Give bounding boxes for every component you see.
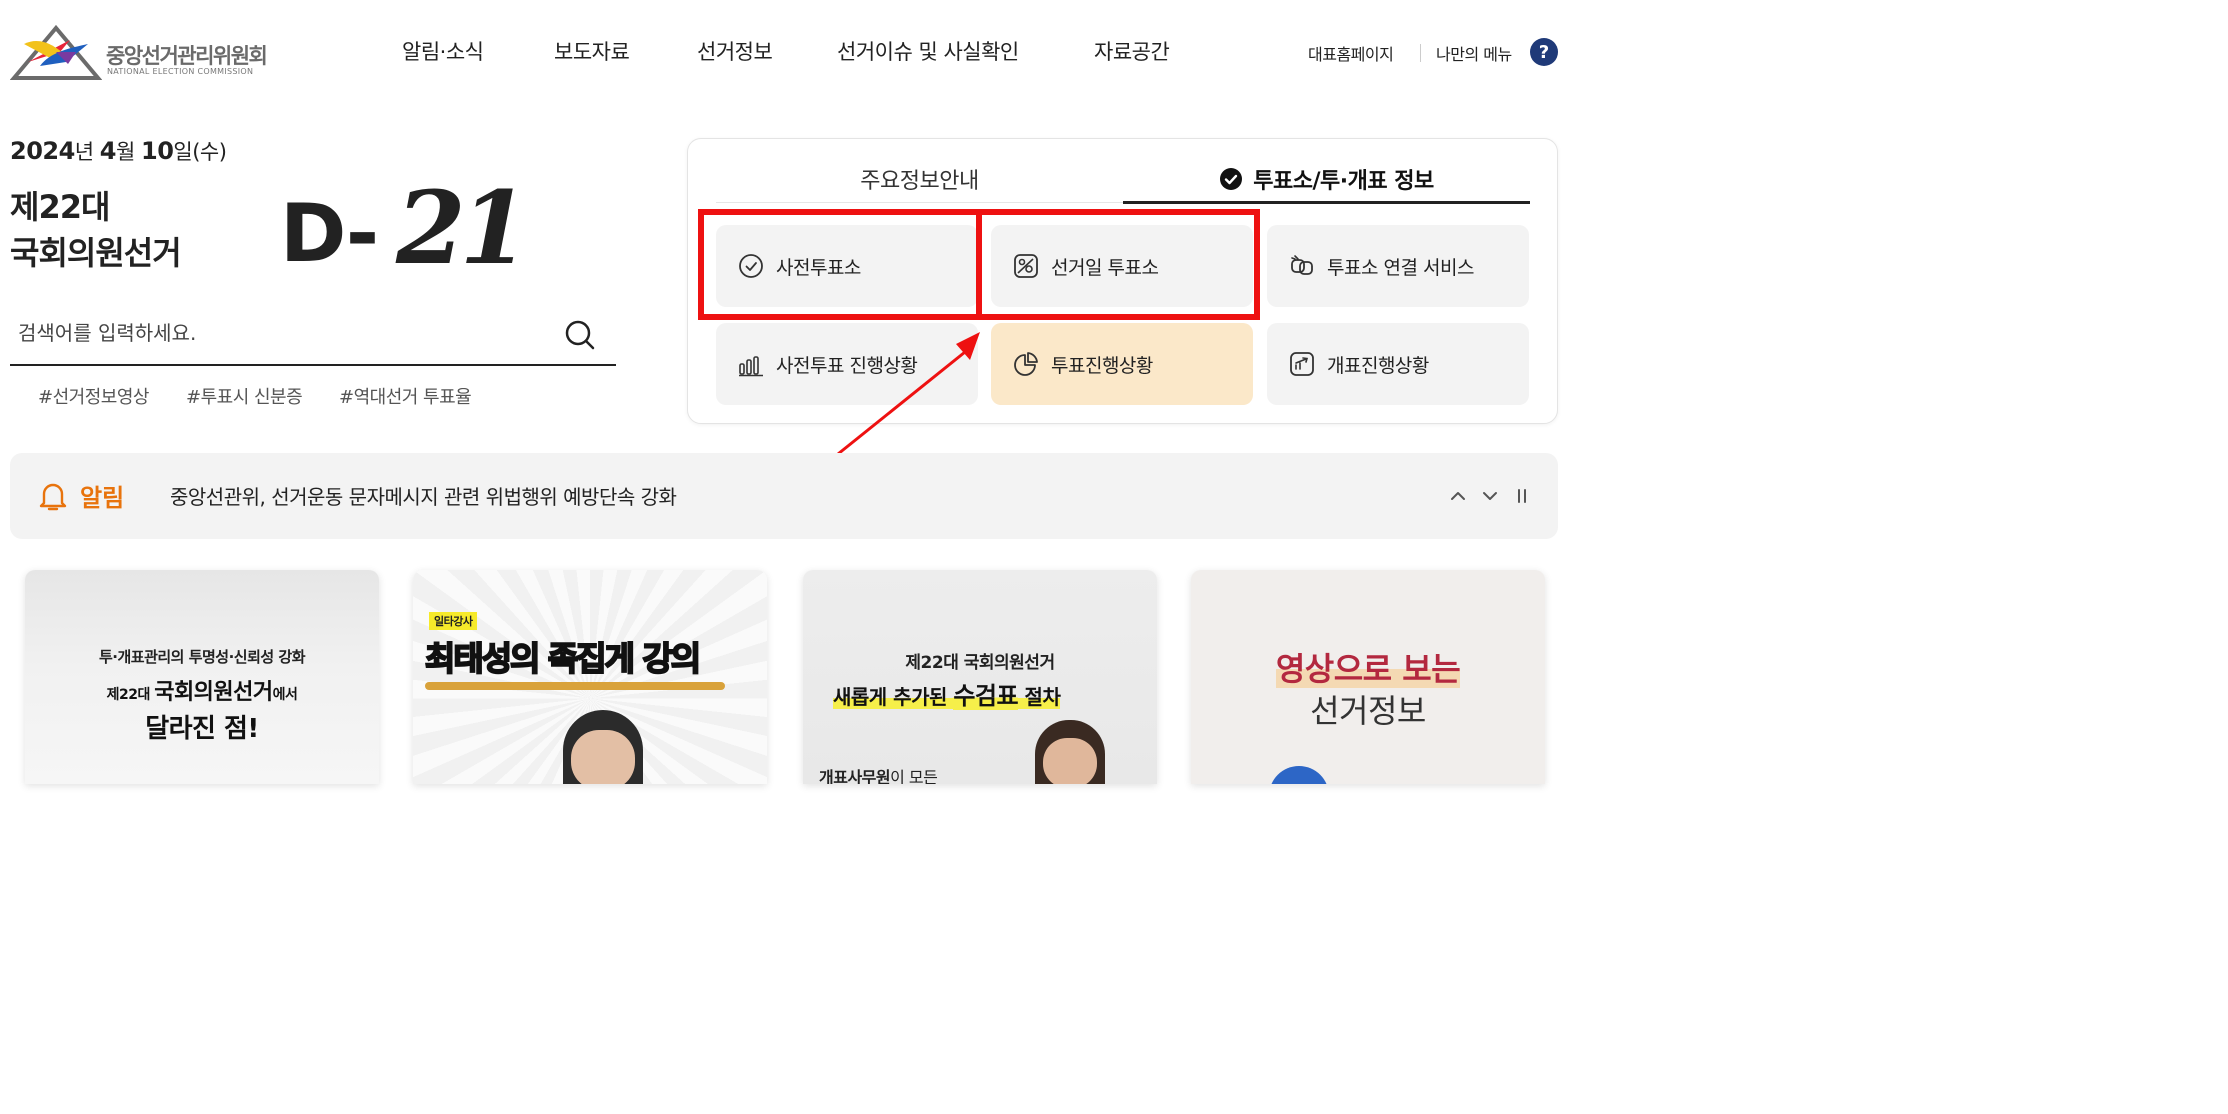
notice-label: 알림 [80, 484, 125, 512]
nec-emblem-icon [10, 24, 102, 80]
nav-notice-news[interactable]: 알림·소식 [402, 36, 484, 66]
nav-resources[interactable]: 자료공간 [1094, 36, 1170, 66]
date-year: 2024 [10, 137, 75, 165]
svc-label: 투표소 연결 서비스 [1327, 256, 1474, 279]
pie-chart-icon [1014, 352, 1038, 376]
util-divider [1420, 44, 1421, 62]
nav-issues-factcheck[interactable]: 선거이슈 및 사실확인 [837, 36, 1019, 66]
bell-icon [39, 483, 67, 511]
highlight-box-election-day [976, 209, 1260, 320]
card-election-info-video[interactable]: 영상으로 보는 선거정보 [1191, 570, 1545, 784]
chevron-down-icon[interactable] [1478, 484, 1502, 508]
card2-badge: 일타강사 [429, 612, 478, 630]
logo-text-english: NATIONAL ELECTION COMMISSION [107, 67, 254, 76]
trend-up-icon [1290, 352, 1314, 376]
tab-polling-info-label: 투표소/투·개표 정보 [1253, 169, 1434, 194]
date-day-unit: 일(수) [173, 140, 227, 164]
svc-label: 투표진행상황 [1051, 354, 1153, 377]
card4-line1-text: 영상으로 보는 [1275, 650, 1461, 688]
search-icon[interactable] [563, 318, 599, 354]
tab-main-info[interactable]: 주요정보안내 [716, 155, 1123, 203]
tab-active-indicator [1123, 201, 1530, 204]
card1-line2-post: 에서 [272, 687, 298, 703]
svc-polling-link-service[interactable]: 투표소 연결 서비스 [1267, 225, 1529, 307]
card1-line1: 투·개표관리의 투명성·신뢰성 강화 [98, 648, 306, 666]
bar-chart-icon [739, 356, 763, 377]
link-icon [1291, 255, 1313, 275]
hashtag-past-turnout[interactable]: #역대선거 투표율 [339, 383, 472, 409]
svc-voting-progress[interactable]: 투표진행상황 [991, 323, 1253, 405]
nav-election-info[interactable]: 선거정보 [697, 36, 773, 66]
card3-line2-main: 수검표 [953, 682, 1019, 710]
card-lecture-video[interactable]: 일타강사 최태성의 족집게 강의 [413, 570, 767, 784]
hashtag-voter-id[interactable]: #투표시 신분증 [186, 383, 303, 409]
card3-line1: 제22대 국회의원선거 [905, 653, 1055, 673]
card4-line2: 선거정보 [1310, 692, 1426, 730]
date-month-unit: 월 [116, 140, 141, 164]
election-name-line1: 제22대 [10, 188, 110, 226]
check-circle-filled-icon [1220, 168, 1243, 190]
card3-line2: 새롭게 추가된 수검표 절차 [833, 676, 1061, 711]
card3-line3: 개표사무원이 모든 [819, 764, 938, 784]
svc-counting-progress[interactable]: 개표진행상황 [1267, 323, 1529, 405]
date-year-unit: 년 [74, 140, 100, 164]
hashtag-election-video[interactable]: #선거정보영상 [38, 383, 149, 409]
search-input[interactable] [18, 316, 548, 350]
card-hand-count-procedure[interactable]: 제22대 국회의원선거 새롭게 추가된 수검표 절차 개표사무원이 모든 [803, 570, 1157, 784]
election-name-line2: 국회의원선거 [10, 234, 182, 272]
help-icon[interactable]: ? [1530, 38, 1558, 66]
nec-logo[interactable]: 중앙선거관리위원회 NATIONAL ELECTION COMMISSION [10, 22, 280, 82]
logo-text-korean: 중앙선거관리위원회 [106, 44, 268, 68]
card4-line1: 영상으로 보는 [1191, 644, 1545, 690]
tab-polling-info[interactable]: 투표소/투·개표 정보 [1123, 155, 1530, 203]
card1-line3: 달라진 점! [145, 714, 259, 744]
search-bar [10, 306, 616, 366]
card3-line2-pre: 새롭게 추가된 [833, 685, 954, 709]
annotation-arrow-icon [837, 332, 980, 456]
card3-presenter-face [1043, 738, 1097, 784]
dday-label: D- [280, 187, 379, 280]
election-name: 제22대 국회의원선거 [10, 184, 182, 276]
notice-text[interactable]: 중앙선관위, 선거운동 문자메시지 관련 위법행위 예방단속 강화 [170, 481, 677, 510]
util-main-homepage[interactable]: 대표홈페이지 [1308, 41, 1394, 65]
card3-line2-post: 절차 [1018, 685, 1061, 709]
chevron-up-icon[interactable] [1446, 484, 1470, 508]
card-changes-in-election[interactable]: 투·개표관리의 투명성·신뢰성 강화 제22대 국회의원선거에서 달라진 점! [25, 570, 379, 784]
card1-line2-main: 국회의원선거 [154, 680, 273, 705]
util-my-menu[interactable]: 나만의 메뉴 [1436, 41, 1512, 65]
date-day: 10 [141, 137, 174, 165]
card4-mascot [1269, 766, 1329, 784]
card1-line2: 제22대 국회의원선거에서 [25, 674, 379, 706]
election-date: 2024년 4월 10일(수) [10, 136, 227, 166]
card2-brush-stroke [425, 682, 725, 690]
svc-label: 개표진행상황 [1327, 354, 1429, 377]
dday-number: 21 [396, 169, 529, 287]
card3-line3-post: 이 모든 [890, 768, 938, 784]
card1-line2-pre: 제22대 [106, 687, 155, 703]
pause-icon[interactable] [1510, 484, 1534, 508]
highlight-box-early-voting [698, 209, 982, 320]
card3-line3-pre: 개표사무원 [819, 768, 891, 784]
card2-presenter-face [571, 730, 635, 784]
nav-press-release[interactable]: 보도자료 [554, 36, 630, 66]
date-month: 4 [99, 137, 117, 165]
card2-title: 최태성의 족집게 강의 [424, 638, 702, 679]
